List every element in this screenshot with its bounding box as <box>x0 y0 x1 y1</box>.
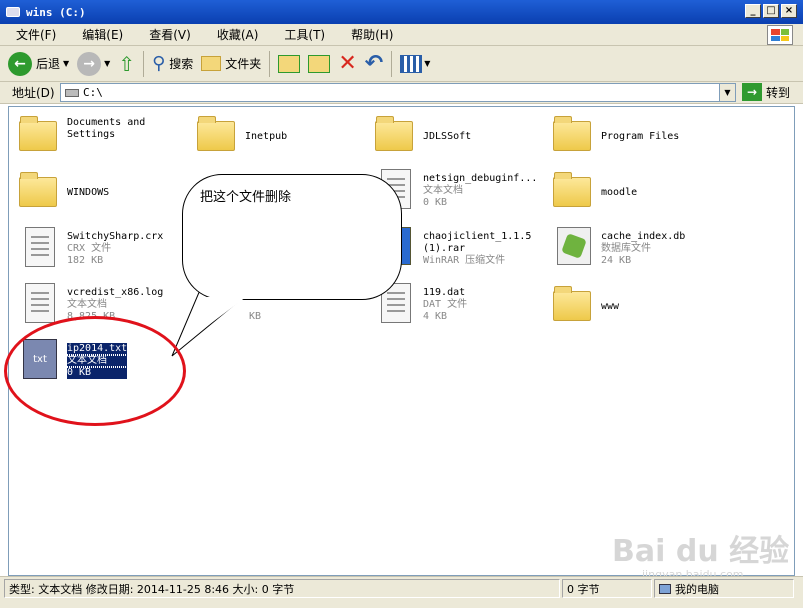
callout-tail-cover <box>178 297 246 348</box>
status-bar: 类型: 文本文档 修改日期: 2014-11-25 8:46 大小: 0 字节 … <box>0 576 803 600</box>
highlight-circle <box>4 316 186 426</box>
status-size: 0 字节 <box>562 579 652 598</box>
watermark-logo: Bai du 经验 <box>612 534 790 569</box>
bottom-edge <box>0 600 803 608</box>
status-location-label: 我的电脑 <box>675 582 719 596</box>
status-location: 我的电脑 <box>654 579 794 598</box>
status-info: 类型: 文本文档 修改日期: 2014-11-25 8:46 大小: 0 字节 <box>4 579 560 598</box>
callout-text: 把这个文件删除 <box>200 190 292 205</box>
computer-icon <box>659 583 671 594</box>
